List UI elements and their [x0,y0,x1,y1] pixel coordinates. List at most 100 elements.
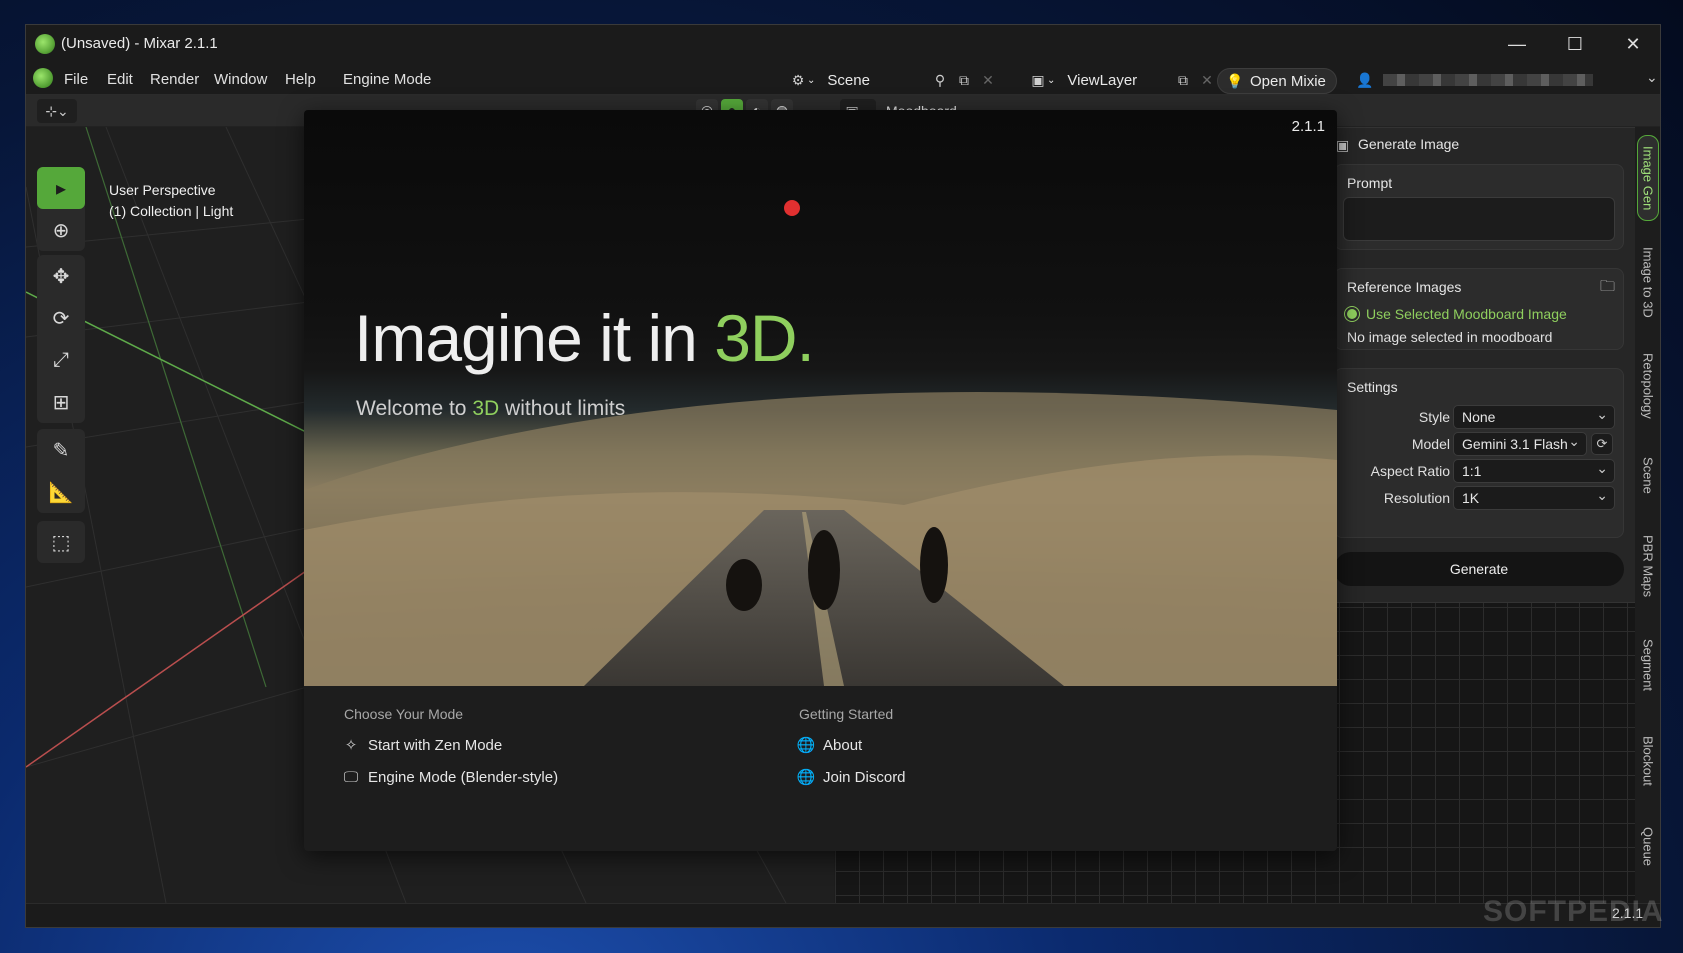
menu-window[interactable]: Window [214,71,267,88]
tab-image-gen[interactable]: Image Gen [1637,135,1659,221]
menu-file[interactable]: File [64,71,88,88]
close-viewlayer-icon[interactable]: ✕ [1198,71,1216,89]
aspect-ratio-select[interactable]: 1:1 [1453,459,1615,483]
generate-button[interactable]: Generate [1334,552,1624,586]
chevron-down-icon: ⌄ [807,74,816,86]
user-account-blurred[interactable] [1383,74,1593,86]
viewlayer-actions: ⧉ ✕ [1174,68,1216,92]
viewport-perspective-label: User Perspective [109,182,216,198]
chevron-down-icon: ⌄ [1047,74,1056,86]
mixie-bulb-icon: 💡 [1226,72,1244,89]
move-tool-icon[interactable]: ✥ [37,255,85,297]
close-scene-icon[interactable]: ✕ [979,71,997,89]
tab-queue[interactable]: Queue [1637,817,1659,877]
duplicate-scene-icon[interactable]: ⧉ [955,71,973,89]
menu-bar: File Edit Render Window Help Engine Mode… [26,63,1660,95]
getting-started-heading: Getting Started [799,706,894,722]
panel-title: Generate Image [1358,136,1460,152]
prompt-section: Prompt [1334,164,1624,250]
status-version: 2.1.1 [1612,905,1644,921]
model-label: Model [1411,436,1450,452]
cursor-tool-icon[interactable]: ⊕ [37,209,85,251]
headline-text: Imagine it in [354,301,715,375]
menu-render[interactable]: Render [150,71,199,88]
scale-tool-icon[interactable]: ⤢ [37,339,85,381]
add-cube-tool-icon[interactable]: ⬚ [37,521,85,563]
mixar-logo-icon [35,34,55,54]
prompt-input[interactable] [1343,197,1615,241]
aspect-ratio-label: Aspect Ratio [1370,463,1450,479]
reference-images-section: Reference Images 🗀 Use Selected Moodboar… [1334,268,1624,350]
prompt-label: Prompt [1347,175,1393,191]
model-row: Model Gemini 3.1 Flash ⟳ [1335,432,1625,456]
aspect-ratio-row: Aspect Ratio 1:1 [1335,459,1625,483]
zen-mode-label: Start with Zen Mode [368,736,503,754]
resolution-row: Resolution 1K [1335,486,1625,510]
tab-scene[interactable]: Scene [1637,445,1659,505]
maximize-button[interactable]: ☐ [1546,25,1604,63]
select-tool-icon[interactable]: ▸ [37,167,85,209]
style-row: Style None [1335,405,1625,429]
style-select[interactable]: None [1453,405,1615,429]
subtitle-suffix: without limits [499,397,626,420]
reference-images-label: Reference Images [1347,279,1462,295]
editor-type-icon: ⊹⌄ [45,102,69,119]
splash-version: 2.1.1 [1291,118,1325,135]
menu-engine-mode[interactable]: Engine Mode [343,71,431,88]
globe-icon: 🌐 [796,737,816,754]
window-title: (Unsaved) - Mixar 2.1.1 [61,35,218,52]
tool-group-annotate: ✎ 📐 [37,429,85,513]
tab-pbr-maps[interactable]: PBR Maps [1637,521,1659,611]
title-bar: (Unsaved) - Mixar 2.1.1 — ☐ ✕ [26,25,1660,63]
measure-tool-icon[interactable]: 📐 [37,471,85,513]
scene-actions: ⚲ ⧉ ✕ [931,68,997,92]
about-label: About [823,736,863,754]
transform-tool-icon[interactable]: ⊞ [37,381,85,423]
close-button[interactable]: ✕ [1604,25,1660,63]
pin-icon[interactable]: ⚲ [931,71,949,89]
use-selected-toggle[interactable]: Use Selected Moodboard Image [1345,306,1567,322]
open-mixie-button[interactable]: 💡 Open Mixie [1217,68,1337,94]
mixar-menu-icon[interactable] [33,68,53,88]
refresh-models-icon[interactable]: ⟳ [1591,433,1613,455]
tab-retopology[interactable]: Retopology [1637,343,1659,429]
globe-icon: 🌐 [796,769,816,786]
chevron-down-icon[interactable]: ⌄ [1646,69,1658,86]
about-link[interactable]: 🌐 About [796,736,863,755]
editor-type-selector[interactable]: ⊹⌄ [37,99,77,123]
settings-section: Settings Style None Model Gemini 3.1 Fla… [1334,368,1624,538]
folder-icon[interactable]: 🗀 [1600,276,1615,301]
menu-help[interactable]: Help [285,71,316,88]
sparkle-icon: ✧ [344,737,358,754]
monitor-icon: 🖵 [343,768,359,786]
radio-icon [1345,307,1359,321]
use-selected-label: Use Selected Moodboard Image [1366,306,1567,322]
rotate-tool-icon[interactable]: ⟳ [37,297,85,339]
open-mixie-label: Open Mixie [1250,72,1326,90]
splash-headline: Imagine it in 3D. [354,300,815,376]
scene-selector[interactable]: ⚙ ⌄ Scene [789,68,870,92]
mode-heading: Choose Your Mode [344,706,464,722]
tab-segment[interactable]: Segment [1637,625,1659,705]
model-select[interactable]: Gemini 3.1 Flash [1453,432,1587,456]
resolution-label: Resolution [1383,490,1450,506]
resolution-select[interactable]: 1K [1453,486,1615,510]
tool-group-transform: ✥ ⟳ ⤢ ⊞ [37,255,85,423]
minimize-button[interactable]: — [1488,25,1546,63]
tab-image-to-3d[interactable]: Image to 3D [1637,237,1659,327]
splash-links: Choose Your Mode ✧ Start with Zen Mode 🖵… [304,686,1337,851]
discord-link[interactable]: 🌐 Join Discord [796,768,906,787]
generate-image-icon: ▣ [1336,137,1350,153]
viewlayer-selector[interactable]: ▣ ⌄ ViewLayer [1029,68,1137,92]
engine-mode-link[interactable]: 🖵 Engine Mode (Blender-style) [342,768,558,786]
user-icon[interactable]: 👤 [1356,71,1374,89]
zen-mode-link[interactable]: ✧ Start with Zen Mode [342,736,503,755]
tab-blockout[interactable]: Blockout [1637,721,1659,801]
duplicate-viewlayer-icon[interactable]: ⧉ [1174,71,1192,89]
tool-group-select: ▸ ⊕ [37,167,85,251]
annotate-tool-icon[interactable]: ✎ [37,429,85,471]
menu-edit[interactable]: Edit [107,71,133,88]
status-bar [26,903,1660,927]
sidebar-tabs: Image Gen Image to 3D Retopology Scene P… [1635,127,1660,903]
engine-mode-label: Engine Mode (Blender-style) [368,768,559,786]
